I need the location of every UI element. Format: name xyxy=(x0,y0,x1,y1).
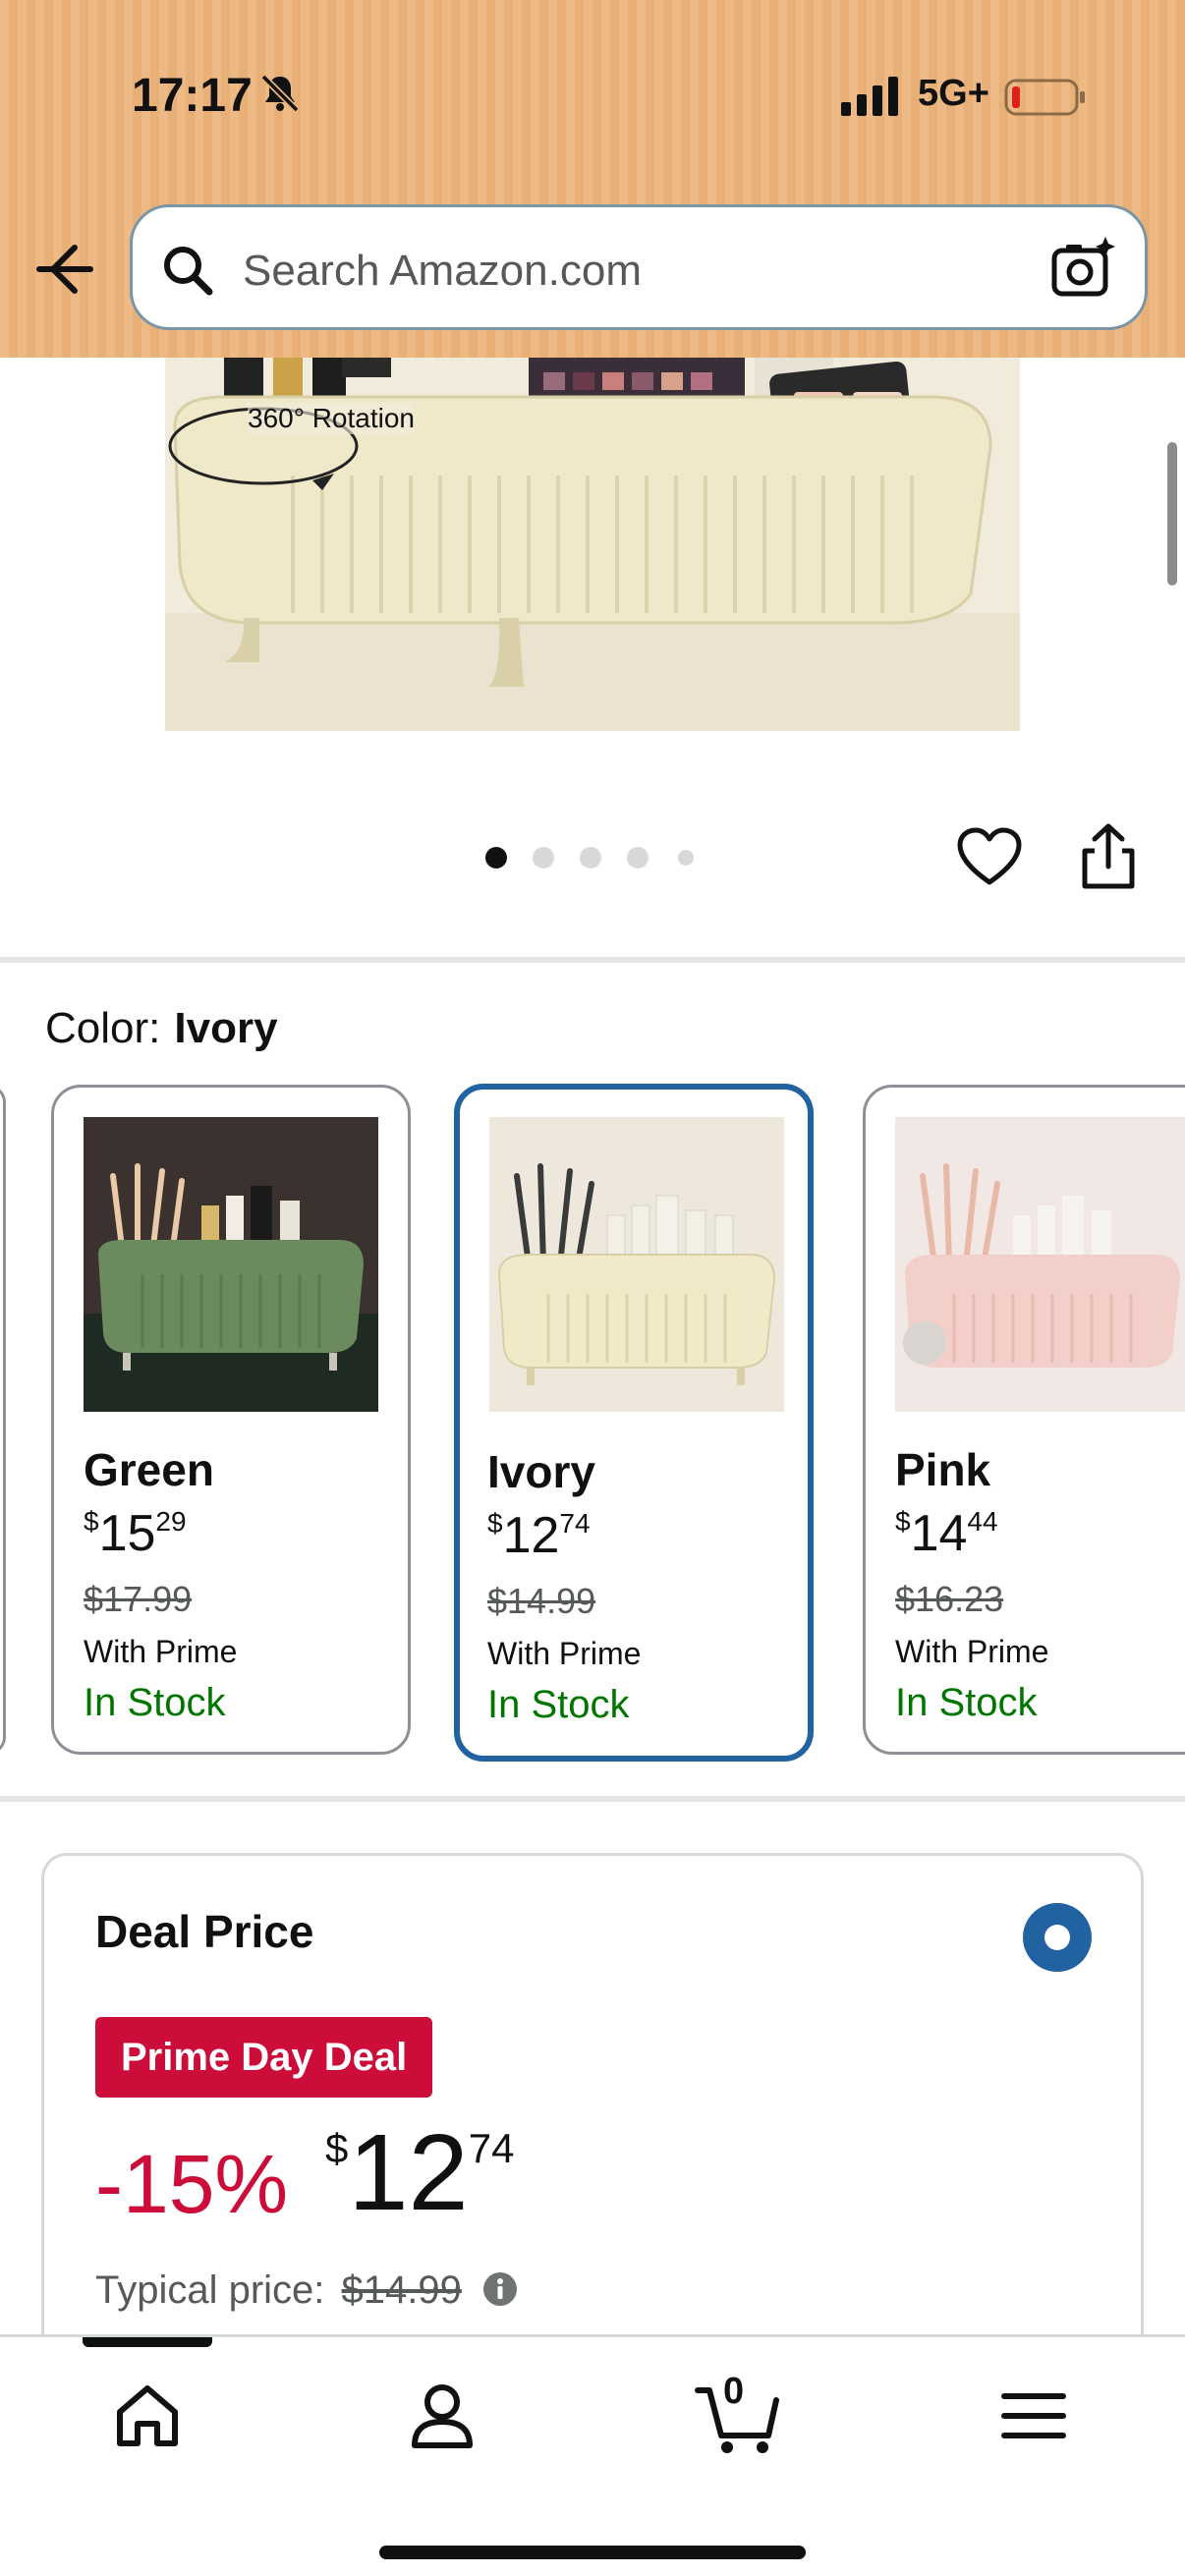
variant-thumbnail-green xyxy=(84,1117,378,1412)
variant-thumbnail-ivory xyxy=(489,1117,784,1412)
variant-stock-status: In Stock xyxy=(895,1681,1038,1724)
section-divider xyxy=(0,1796,1185,1802)
nav-active-indicator xyxy=(83,2337,212,2347)
deal-title: Deal Price xyxy=(95,1906,314,1957)
home-indicator[interactable] xyxy=(379,2546,806,2559)
variant-name: Pink xyxy=(895,1444,991,1495)
share-icon[interactable] xyxy=(1075,821,1142,892)
selected-color-name: Ivory xyxy=(174,1004,278,1052)
rotation-caption: 360° Rotation xyxy=(248,403,415,434)
carousel-dot[interactable] xyxy=(485,847,507,868)
prime-day-deal-badge: Prime Day Deal xyxy=(95,2017,433,2098)
section-divider xyxy=(0,957,1185,963)
cart-count: 0 xyxy=(723,2371,745,2412)
deal-radio-selected[interactable] xyxy=(1023,1903,1092,1972)
scroll-indicator xyxy=(1167,442,1177,586)
variant-card-pink[interactable]: Pink $1444 $16.23 With Prime In Stock xyxy=(863,1085,1185,1755)
info-icon[interactable] xyxy=(482,2271,518,2307)
price-cents: 74 xyxy=(559,1508,591,1539)
variant-list-price: $16.23 xyxy=(895,1579,1004,1619)
wishlist-heart-icon[interactable] xyxy=(955,825,1024,890)
color-label-text: Color: xyxy=(45,1004,161,1052)
price-cents: 74 xyxy=(468,2125,515,2171)
price-currency: $ xyxy=(84,1506,99,1537)
variant-card-ivory[interactable]: Ivory $1274 $14.99 With Prime In Stock xyxy=(454,1084,814,1762)
variant-stock-status: In Stock xyxy=(487,1683,630,1726)
variant-card-previous[interactable] xyxy=(0,1085,6,1755)
deal-discount: -15% xyxy=(95,2138,289,2230)
bell-muted-icon xyxy=(260,74,300,113)
cart-button[interactable]: 0 xyxy=(694,2371,782,2455)
product-hero-image[interactable]: 360° Rotation xyxy=(165,358,1020,731)
typical-price-label: Typical price: xyxy=(95,2268,325,2312)
search-placeholder: Search Amazon.com xyxy=(243,247,642,295)
carousel-dot[interactable] xyxy=(678,850,694,866)
carousel-dot[interactable] xyxy=(627,847,649,868)
typical-price-value: $14.99 xyxy=(341,2268,462,2312)
variant-list-price: $17.99 xyxy=(84,1579,193,1619)
variant-prime-label: With Prime xyxy=(487,1636,642,1671)
signal-icon xyxy=(841,77,898,116)
variant-name: Ivory xyxy=(487,1446,595,1497)
variant-price: $1274 xyxy=(487,1507,591,1564)
price-whole: 12 xyxy=(348,2112,469,2233)
price-currency: $ xyxy=(895,1506,911,1537)
app-header: 17:17 5G+ Search Amazon.com xyxy=(0,0,1185,358)
menu-icon[interactable] xyxy=(994,2377,1073,2455)
bottom-navigation: 0 xyxy=(0,2334,1185,2576)
variant-prime-label: With Prime xyxy=(84,1634,238,1669)
battery-low-icon xyxy=(1004,79,1085,116)
price-cents: 29 xyxy=(155,1506,187,1537)
variant-name: Green xyxy=(84,1444,214,1495)
color-label: Color: Ivory xyxy=(45,1004,278,1053)
price-whole: 14 xyxy=(910,1505,968,1562)
variant-price: $1444 xyxy=(895,1505,998,1562)
price-whole: 15 xyxy=(98,1505,156,1562)
network-label: 5G+ xyxy=(918,73,989,114)
deal-price: $1274 xyxy=(325,2119,514,2227)
carousel-dot[interactable] xyxy=(580,847,601,868)
variant-card-green[interactable]: Green $1529 $17.99 With Prime In Stock xyxy=(51,1085,411,1755)
search-input[interactable]: Search Amazon.com xyxy=(130,204,1148,330)
carousel-dot[interactable] xyxy=(533,847,554,868)
variant-prime-label: With Prime xyxy=(895,1634,1049,1669)
status-time: 17:17 xyxy=(132,70,253,122)
price-cents: 44 xyxy=(967,1506,998,1537)
price-whole: 12 xyxy=(502,1507,560,1564)
variant-thumbnail-pink xyxy=(895,1117,1185,1412)
account-icon[interactable] xyxy=(403,2377,481,2455)
price-currency: $ xyxy=(487,1508,503,1539)
variant-list-price: $14.99 xyxy=(487,1581,596,1621)
price-currency: $ xyxy=(325,2125,349,2171)
home-icon[interactable] xyxy=(108,2377,187,2455)
variant-stock-status: In Stock xyxy=(84,1681,226,1724)
camera-search-icon[interactable] xyxy=(1048,233,1119,304)
back-arrow-icon[interactable] xyxy=(29,234,100,305)
search-icon xyxy=(164,247,213,296)
variant-price: $1529 xyxy=(84,1505,187,1562)
typical-price: Typical price: $14.99 xyxy=(95,2268,518,2313)
